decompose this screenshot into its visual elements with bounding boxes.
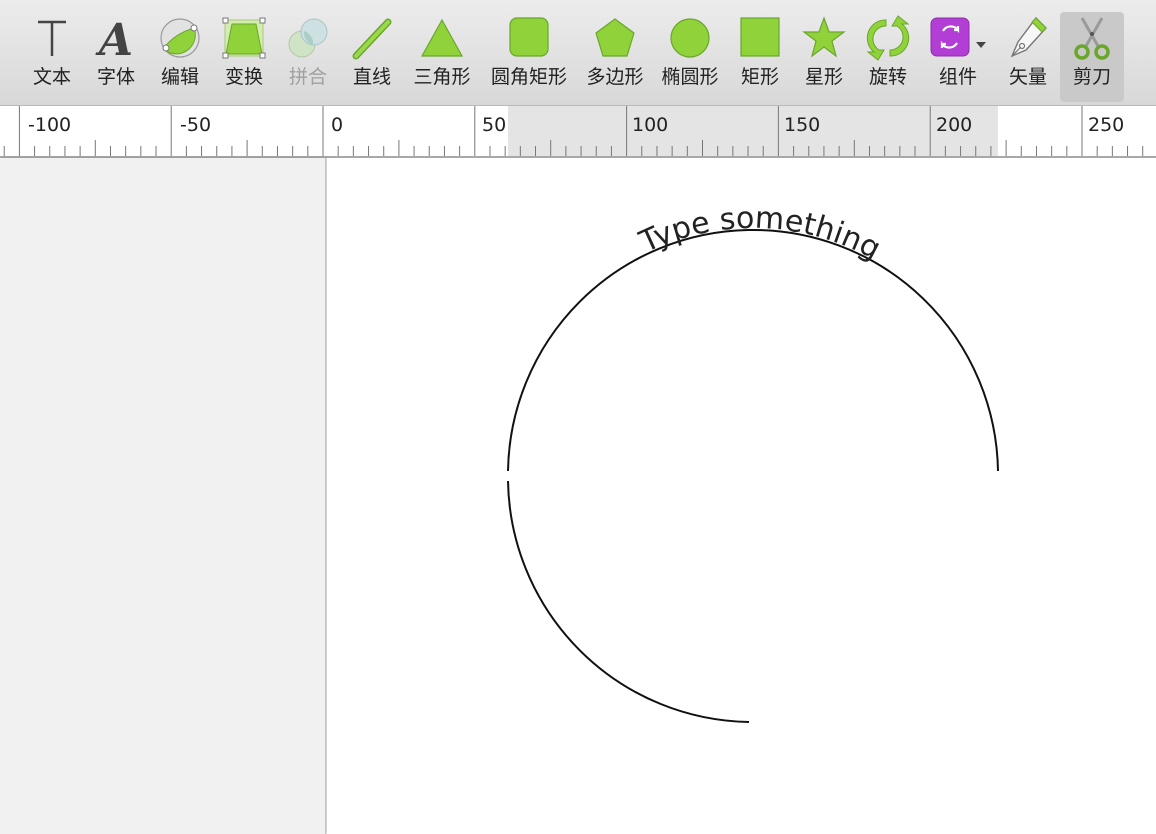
font-label: 字体 xyxy=(96,66,135,88)
line-label: 直线 xyxy=(352,66,391,88)
circle-arc-lower-left[interactable] xyxy=(507,480,750,723)
svg-text:A: A xyxy=(95,15,133,62)
circle-arc-upper-right[interactable] xyxy=(747,228,999,472)
rectangle-button[interactable]: 矩形 xyxy=(730,12,790,102)
ellipse-button[interactable]: 椭圆形 xyxy=(656,12,724,102)
polygon-icon xyxy=(591,12,639,64)
ruler-label: 150 xyxy=(784,114,821,136)
left-panel xyxy=(0,158,326,834)
triangle-label: 三角形 xyxy=(413,66,471,88)
ruler-ticks xyxy=(3,106,1144,156)
polygon-button[interactable]: 多边形 xyxy=(582,12,648,102)
vector-pen-label: 矢量 xyxy=(1008,66,1047,88)
star-icon xyxy=(800,12,848,64)
rounded-rectangle-icon xyxy=(505,12,553,64)
ruler-label: 250 xyxy=(1088,114,1125,136)
line-icon xyxy=(348,12,396,64)
ellipse-label: 椭圆形 xyxy=(661,66,719,88)
line-button[interactable]: 直线 xyxy=(342,12,402,102)
component-label: 组件 xyxy=(938,66,977,88)
combine-label: 拼合 xyxy=(288,66,327,88)
ruler-label: 0 xyxy=(331,114,344,136)
ruler-label: 200 xyxy=(936,114,973,136)
rotate-label: 旋转 xyxy=(868,66,907,88)
ruler-label: 50 xyxy=(482,114,507,136)
transform-button[interactable]: 变换 xyxy=(214,12,274,102)
text-tool-button[interactable]: 文本 xyxy=(22,12,82,102)
vector-pen-icon xyxy=(1004,12,1052,64)
combine-icon xyxy=(284,12,332,64)
rectangle-icon xyxy=(736,12,784,64)
transform-label: 变换 xyxy=(224,66,263,88)
drawing-surface: Type something xyxy=(507,201,999,723)
rectangle-label: 矩形 xyxy=(740,66,779,88)
triangle-icon xyxy=(418,12,466,64)
font-icon: A xyxy=(92,12,140,64)
component-icon xyxy=(926,12,990,64)
triangle-button[interactable]: 三角形 xyxy=(408,12,476,102)
circle-arc-upper-left[interactable] xyxy=(507,229,749,472)
edit-path-button[interactable]: 编辑 xyxy=(150,12,210,102)
rotate-icon xyxy=(864,12,912,64)
vector-pen-button[interactable]: 矢量 xyxy=(998,12,1058,102)
combine-button[interactable]: 拼合 xyxy=(278,12,338,102)
text-tool-label: 文本 xyxy=(32,66,71,88)
edit-path-label: 编辑 xyxy=(160,66,199,88)
scissors-icon xyxy=(1068,12,1116,64)
scissors-button[interactable]: 剪刀 xyxy=(1060,12,1124,102)
star-button[interactable]: 星形 xyxy=(794,12,854,102)
star-label: 星形 xyxy=(804,66,843,88)
ruler-label: -100 xyxy=(28,114,72,136)
polygon-label: 多边形 xyxy=(586,66,644,88)
font-button[interactable]: A 字体 xyxy=(86,12,146,102)
horizontal-ruler[interactable]: -100 -50 0 50 100 150 200 250 xyxy=(0,106,1156,158)
edit-path-icon xyxy=(156,12,204,64)
drawing-canvas[interactable]: Type something xyxy=(327,158,1156,834)
component-button[interactable]: 组件 xyxy=(926,12,990,102)
path-text[interactable]: Type something xyxy=(634,201,887,267)
scissors-label: 剪刀 xyxy=(1072,66,1111,88)
ellipse-icon xyxy=(666,12,714,64)
ruler-label: -50 xyxy=(180,114,212,136)
rounded-rectangle-button[interactable]: 圆角矩形 xyxy=(486,12,572,102)
text-tool-icon xyxy=(28,12,76,64)
rounded-rectangle-label: 圆角矩形 xyxy=(490,66,567,88)
toolbar: 文本 A 字体 编辑 变换 拼合 直线 三角形 圆角矩形 多边形 椭圆形 矩形 … xyxy=(0,0,1156,106)
ruler-label: 100 xyxy=(632,114,669,136)
transform-icon xyxy=(220,12,268,64)
rotate-button[interactable]: 旋转 xyxy=(858,12,918,102)
